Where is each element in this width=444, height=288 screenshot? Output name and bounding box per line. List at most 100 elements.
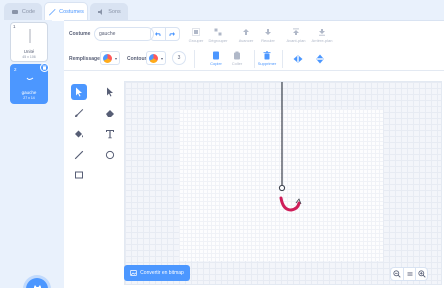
outline-label: Contour (127, 56, 147, 62)
zoom-in-button[interactable] (415, 268, 427, 280)
fill-swatch (103, 53, 112, 63)
cursor-icon (76, 87, 82, 97)
delete-label: Supprimer (257, 61, 277, 66)
costume-preview (29, 29, 31, 43)
tab-sounds[interactable]: Sons (90, 3, 128, 20)
costume-label: Costume (69, 31, 91, 37)
send-back-icon (317, 27, 327, 37)
chevron-down-icon: ▾ (160, 55, 163, 61)
divider (194, 50, 195, 68)
editor-toolbar-bottom: Remplissage ▾ Contour ▾ 3 Copier Coller … (64, 47, 444, 71)
costume-name: gauche (21, 90, 37, 95)
fill-color-picker[interactable]: ▾ (100, 51, 120, 65)
front-button[interactable]: Avant-plan (283, 27, 309, 43)
paste-icon (232, 50, 242, 60)
paint-editor: Costume gauche Grouper Dégrouper Avancer… (64, 20, 444, 288)
eraser-tool[interactable] (102, 105, 118, 121)
speaker-icon (97, 8, 105, 16)
costume-size: 45 x 106 (22, 55, 36, 59)
flip-vertical-icon (315, 54, 325, 64)
select-tool[interactable] (71, 84, 87, 100)
arrow-down-icon (263, 27, 273, 37)
ungroup-button[interactable]: Dégrouper (205, 27, 231, 43)
fill-tool[interactable] (71, 126, 87, 142)
rectangle-icon (75, 171, 83, 179)
ungroup-icon (213, 27, 223, 37)
chevron-down-icon: ▾ (114, 55, 117, 61)
back-label: Arrière-plan (311, 38, 333, 43)
text-icon (106, 130, 114, 139)
front-label: Avant-plan (286, 38, 306, 43)
redo-icon (169, 32, 175, 36)
paste-label: Coller (231, 61, 243, 66)
zoom-out-button[interactable] (391, 268, 403, 280)
forward-label: Avancer (238, 38, 254, 43)
costume-number: 1 (13, 24, 16, 29)
add-costume-button[interactable] (26, 278, 48, 288)
backward-label: Reculer (261, 38, 275, 43)
costume-shape[interactable] (265, 82, 305, 222)
tab-sounds-label: Sons (108, 9, 121, 15)
outline-swatch (149, 53, 158, 63)
undo-redo-group (150, 27, 180, 41)
line-tool[interactable] (71, 147, 87, 163)
cat-icon (33, 284, 41, 288)
reshape-icon (106, 87, 113, 97)
ungroup-label: Dégrouper (208, 38, 228, 43)
copy-icon (211, 50, 221, 60)
convert-bitmap-button[interactable]: Convertir en bitmap (124, 265, 190, 281)
eraser-icon (106, 110, 114, 117)
zoom-controls (390, 267, 428, 281)
flip-horizontal-icon (293, 54, 303, 64)
line-icon (74, 150, 84, 160)
outline-color-picker[interactable]: ▾ (146, 51, 166, 65)
delete-costume-button[interactable] (40, 63, 49, 72)
redo-button[interactable] (164, 28, 180, 40)
back-button[interactable]: Arrière-plan (309, 27, 335, 43)
arrow-up-icon (241, 27, 251, 37)
copy-label: Copier (210, 61, 222, 66)
outline-width-input[interactable]: 3 (172, 51, 186, 65)
group-icon (191, 27, 201, 37)
undo-icon (155, 32, 161, 36)
zoom-out-icon (393, 270, 401, 278)
zoom-in-icon (417, 270, 426, 278)
costume-name-input[interactable]: gauche (94, 27, 154, 41)
trash-icon (42, 65, 47, 70)
flip-vertical-button[interactable] (307, 54, 333, 65)
costume-number: 2 (14, 67, 17, 72)
circle-icon (105, 150, 115, 160)
costume-size: 27 x 14 (23, 96, 35, 100)
paste-button[interactable]: Coller (224, 50, 250, 66)
code-icon (11, 8, 19, 16)
zoom-reset-button[interactable] (403, 268, 415, 280)
circle-tool[interactable] (102, 147, 118, 163)
rectangle-tool[interactable] (71, 167, 87, 183)
tab-code[interactable]: Code (4, 3, 42, 20)
tab-code-label: Code (21, 9, 36, 15)
costume-thumb-1[interactable]: 1 Unité 45 x 106 (10, 22, 48, 62)
equals-icon (407, 272, 412, 276)
costume-list: 1 Unité 45 x 106 2 gauche 27 x 14 (4, 20, 52, 288)
trash-icon (262, 50, 272, 60)
brush-tool[interactable] (71, 105, 87, 121)
editor-tabs: Code Costumes Sons (0, 0, 444, 21)
brush-icon (75, 109, 84, 117)
convert-bitmap-label: Convertir en bitmap (140, 270, 184, 276)
backward-button[interactable]: Reculer (255, 27, 281, 43)
image-icon (130, 270, 138, 276)
bucket-icon (75, 130, 83, 138)
costume-preview (26, 77, 34, 80)
costume-name: Unité (23, 49, 35, 54)
tab-costumes[interactable]: Costumes (44, 2, 88, 21)
group-label: Grouper (188, 38, 204, 43)
canvas-area[interactable] (124, 81, 442, 285)
brush-icon (48, 8, 56, 16)
delete-button[interactable]: Supprimer (254, 50, 280, 66)
text-tool[interactable] (102, 126, 118, 142)
costume-thumb-2[interactable]: 2 gauche 27 x 14 (10, 63, 49, 104)
undo-button[interactable] (151, 28, 165, 40)
bring-front-icon (291, 27, 301, 37)
reshape-tool[interactable] (102, 84, 118, 100)
editor-toolbar-top: Costume gauche Grouper Dégrouper Avancer… (64, 21, 444, 47)
